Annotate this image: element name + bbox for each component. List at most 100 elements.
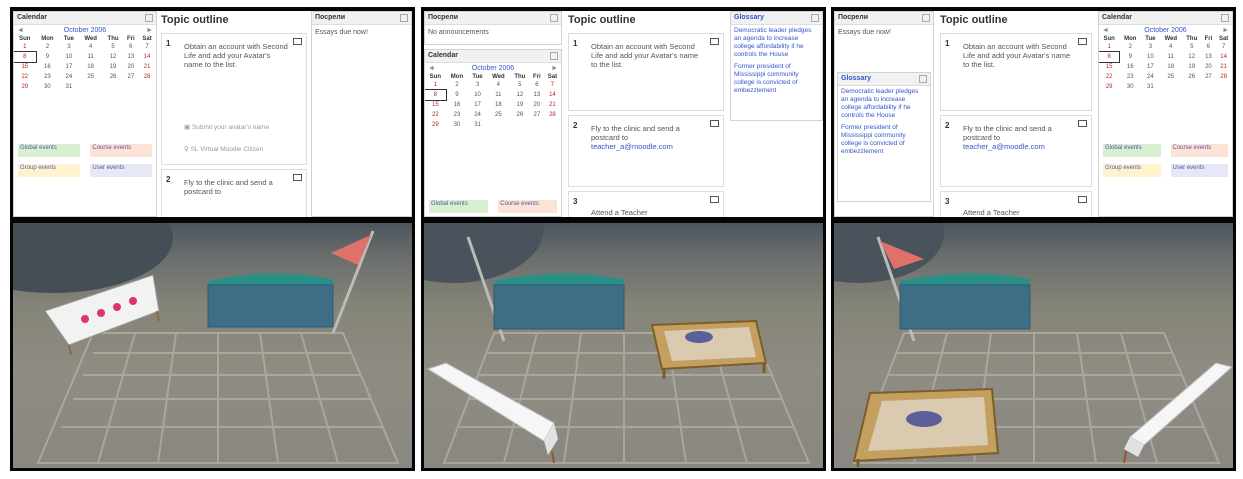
- next-month-arrow-icon[interactable]: ►: [1222, 25, 1229, 36]
- calendar-day[interactable]: 22: [425, 110, 446, 120]
- calendar-day[interactable]: 24: [59, 72, 79, 82]
- activity-submit-avatar[interactable]: ▣ Submit your avatar's name: [184, 124, 288, 131]
- calendar-day[interactable]: 8: [425, 89, 447, 101]
- calendar-day[interactable]: 24: [1141, 72, 1159, 82]
- calendar-day[interactable]: 27: [530, 110, 544, 120]
- legend-group-events[interactable]: Group events: [18, 164, 80, 177]
- calendar-day[interactable]: 14: [138, 52, 156, 62]
- collapse-icon[interactable]: [811, 14, 819, 22]
- calendar-day[interactable]: 5: [1182, 42, 1202, 52]
- collapse-icon[interactable]: [400, 14, 408, 22]
- calendar-day[interactable]: 29: [425, 120, 446, 130]
- calendar-day[interactable]: 1: [14, 42, 36, 52]
- email-link[interactable]: teacher_a@moodle.com: [591, 142, 673, 151]
- legend-global-events[interactable]: Global events: [429, 200, 488, 213]
- calendar-day[interactable]: 23: [36, 72, 60, 82]
- calendar-day[interactable]: 6: [1202, 42, 1216, 52]
- activity-sl-citizen[interactable]: ⚲ SL Virtual Moodle Citizen: [184, 146, 288, 153]
- calendar-day[interactable]: 6: [530, 80, 544, 90]
- calendar-day[interactable]: 3: [468, 80, 487, 90]
- calendar-day[interactable]: 17: [59, 62, 79, 72]
- calendar-day[interactable]: 13: [530, 90, 544, 100]
- legend-group-events[interactable]: Group events: [1103, 164, 1161, 177]
- legend-course-events[interactable]: Course events: [90, 144, 152, 157]
- highlight-icon[interactable]: [1078, 38, 1087, 45]
- calendar-day[interactable]: 12: [510, 90, 530, 100]
- collapse-icon[interactable]: [922, 14, 930, 22]
- calendar-day[interactable]: 27: [1202, 72, 1216, 82]
- calendar-day[interactable]: 25: [79, 72, 103, 82]
- calendar-day[interactable]: 6: [124, 42, 139, 52]
- calendar-day[interactable]: 26: [1182, 72, 1202, 82]
- calendar-day[interactable]: 2: [1119, 42, 1141, 52]
- calendar-day[interactable]: 30: [446, 120, 469, 130]
- highlight-icon[interactable]: [710, 196, 719, 203]
- calendar-day[interactable]: 20: [530, 100, 544, 110]
- calendar-day[interactable]: 21: [1215, 62, 1232, 72]
- calendar-day[interactable]: 21: [138, 62, 156, 72]
- calendar-day[interactable]: 19: [103, 62, 124, 72]
- calendar-day[interactable]: 1: [1099, 42, 1119, 52]
- calendar-day[interactable]: 13: [1202, 52, 1216, 62]
- calendar-day[interactable]: 28: [138, 72, 156, 82]
- calendar-day[interactable]: 8: [14, 51, 37, 63]
- glossary-entry[interactable]: Democratic leader pledges an agenda to i…: [731, 25, 822, 61]
- legend-course-events[interactable]: Course events: [1170, 144, 1228, 157]
- collapse-icon[interactable]: [145, 14, 153, 22]
- calendar-day[interactable]: 22: [14, 72, 36, 82]
- highlight-icon[interactable]: [710, 120, 719, 127]
- activity-label[interactable]: SL Virtual Moodle Citizen: [191, 146, 264, 153]
- calendar-day[interactable]: 24: [468, 110, 487, 120]
- calendar-day[interactable]: 8: [1099, 51, 1121, 63]
- calendar-day[interactable]: 18: [487, 100, 510, 110]
- prev-month-arrow-icon[interactable]: ◄: [428, 63, 435, 74]
- calendar-day[interactable]: 10: [468, 90, 487, 100]
- calendar-day[interactable]: 16: [446, 100, 469, 110]
- calendar-day[interactable]: 15: [1099, 62, 1119, 72]
- calendar-day[interactable]: 20: [1202, 62, 1216, 72]
- calendar-month[interactable]: October 2006: [1144, 27, 1186, 34]
- calendar-day[interactable]: 10: [59, 52, 79, 62]
- calendar-day[interactable]: 11: [487, 90, 510, 100]
- calendar-day[interactable]: 14: [544, 90, 561, 100]
- calendar-day[interactable]: 1: [425, 80, 446, 90]
- legend-user-events[interactable]: User events: [90, 164, 152, 177]
- highlight-icon[interactable]: [1078, 196, 1087, 203]
- calendar-day[interactable]: 4: [1160, 42, 1182, 52]
- calendar-day[interactable]: 9: [446, 90, 469, 100]
- highlight-icon[interactable]: [710, 38, 719, 45]
- calendar-day[interactable]: 25: [1160, 72, 1182, 82]
- calendar-day[interactable]: 17: [468, 100, 487, 110]
- calendar-day[interactable]: 30: [1119, 82, 1141, 92]
- calendar-day[interactable]: 3: [1141, 42, 1159, 52]
- glossary-entry[interactable]: Democratic leader pledges an agenda to i…: [838, 86, 930, 122]
- calendar-day[interactable]: 7: [1215, 42, 1232, 52]
- next-month-arrow-icon[interactable]: ►: [551, 63, 558, 74]
- calendar-day[interactable]: 7: [138, 42, 156, 52]
- calendar-day[interactable]: 28: [1215, 72, 1232, 82]
- calendar-day[interactable]: 23: [1119, 72, 1141, 82]
- calendar-day[interactable]: 16: [36, 62, 60, 72]
- calendar-day[interactable]: 16: [1119, 62, 1141, 72]
- calendar-day[interactable]: 31: [59, 82, 79, 92]
- calendar-day[interactable]: 15: [425, 100, 446, 110]
- calendar-day[interactable]: 10: [1141, 52, 1159, 62]
- calendar-day[interactable]: 13: [124, 52, 139, 62]
- calendar-day[interactable]: 17: [1141, 62, 1159, 72]
- calendar-day[interactable]: 20: [124, 62, 139, 72]
- calendar-day[interactable]: 7: [544, 80, 561, 90]
- calendar-day[interactable]: 12: [103, 52, 124, 62]
- calendar-day[interactable]: 4: [487, 80, 510, 90]
- calendar-day[interactable]: 4: [79, 42, 103, 52]
- collapse-icon[interactable]: [919, 75, 927, 83]
- collapse-icon[interactable]: [550, 14, 558, 22]
- highlight-icon[interactable]: [293, 38, 302, 45]
- calendar-day[interactable]: 26: [103, 72, 124, 82]
- calendar-day[interactable]: 12: [1182, 52, 1202, 62]
- legend-global-events[interactable]: Global events: [1103, 144, 1161, 157]
- legend-course-events[interactable]: Course events: [498, 200, 557, 213]
- calendar-day[interactable]: 11: [79, 52, 103, 62]
- highlight-icon[interactable]: [293, 174, 302, 181]
- calendar-month[interactable]: October 2006: [64, 27, 106, 34]
- calendar-day[interactable]: 9: [1119, 52, 1141, 62]
